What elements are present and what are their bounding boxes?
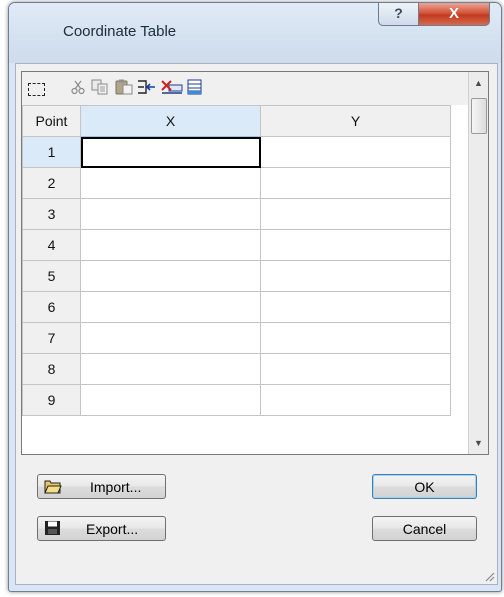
scroll-up-arrow-icon[interactable]: ▲ xyxy=(469,74,488,92)
table-row: 4 xyxy=(22,229,451,261)
y-cell[interactable] xyxy=(260,198,451,230)
x-cell[interactable] xyxy=(80,260,261,292)
table-row: 8 xyxy=(22,353,451,385)
export-button[interactable]: Export... xyxy=(37,516,166,541)
cancel-label: Cancel xyxy=(402,521,447,537)
y-cell[interactable] xyxy=(260,136,451,168)
row-header[interactable]: 4 xyxy=(22,229,81,261)
insert-row-icon[interactable] xyxy=(137,79,157,97)
vertical-scrollbar[interactable]: ▲ ▼ xyxy=(468,72,488,454)
row-header[interactable]: 6 xyxy=(22,291,81,323)
dialog-body: Point X Y 1 2 3 4 5 6 7 8 9 ▲ ▼ Import..… xyxy=(15,63,498,585)
y-cell[interactable] xyxy=(260,167,451,199)
row-header[interactable]: 5 xyxy=(22,260,81,292)
save-disk-icon xyxy=(45,521,60,535)
table-row: 7 xyxy=(22,322,451,354)
paste-icon[interactable] xyxy=(114,79,134,97)
row-header[interactable]: 8 xyxy=(22,353,81,385)
table-row: 9 xyxy=(22,384,451,416)
coordinate-grid-frame: Point X Y 1 2 3 4 5 6 7 8 9 ▲ ▼ xyxy=(21,71,489,455)
import-button[interactable]: Import... xyxy=(37,474,166,499)
x-cell[interactable] xyxy=(80,384,261,416)
x-cell[interactable] xyxy=(80,291,261,323)
x-cell[interactable] xyxy=(80,198,261,230)
column-header-x[interactable]: X xyxy=(80,105,261,137)
x-cell[interactable] xyxy=(80,353,261,385)
open-folder-icon xyxy=(44,480,62,494)
table-row: 6 xyxy=(22,291,451,323)
delete-row-icon[interactable] xyxy=(161,79,183,97)
x-cell[interactable] xyxy=(80,229,261,261)
row-header[interactable]: 3 xyxy=(22,198,81,230)
cut-icon[interactable] xyxy=(68,79,88,97)
x-cell[interactable] xyxy=(80,136,261,168)
y-cell[interactable] xyxy=(260,260,451,292)
ok-button[interactable]: OK xyxy=(372,474,477,499)
export-label: Export... xyxy=(86,521,139,537)
close-button[interactable]: X xyxy=(418,3,490,26)
x-cell[interactable] xyxy=(80,167,261,199)
row-header[interactable]: 2 xyxy=(22,167,81,199)
x-cell[interactable] xyxy=(80,322,261,354)
title-bar[interactable]: Coordinate Table ? X xyxy=(9,3,501,63)
cancel-button[interactable]: Cancel xyxy=(372,516,477,541)
select-all-icon[interactable] xyxy=(28,83,45,96)
help-button[interactable]: ? xyxy=(378,3,419,26)
coordinate-table: Point X Y 1 2 3 4 5 6 7 8 9 xyxy=(22,105,451,416)
copy-icon[interactable] xyxy=(90,79,110,97)
scrollbar-thumb[interactable] xyxy=(471,98,487,134)
coordinate-table-dialog: Coordinate Table ? X Point X Y 1 2 3 4 5… xyxy=(8,2,502,592)
row-header[interactable]: 9 xyxy=(22,384,81,416)
y-cell[interactable] xyxy=(260,384,451,416)
window-title: Coordinate Table xyxy=(63,23,177,40)
y-cell[interactable] xyxy=(260,322,451,354)
table-row: 3 xyxy=(22,198,451,230)
table-row: 5 xyxy=(22,260,451,292)
append-row-icon[interactable] xyxy=(185,79,205,97)
y-cell[interactable] xyxy=(260,353,451,385)
table-row: 2 xyxy=(22,167,451,199)
row-header[interactable]: 7 xyxy=(22,322,81,354)
ok-label: OK xyxy=(414,479,435,495)
column-header-point[interactable]: Point xyxy=(22,105,81,137)
y-cell[interactable] xyxy=(260,291,451,323)
column-header-y[interactable]: Y xyxy=(260,105,451,137)
scroll-down-arrow-icon[interactable]: ▼ xyxy=(469,434,488,452)
import-label: Import... xyxy=(90,479,142,495)
y-cell[interactable] xyxy=(260,229,451,261)
resize-grip-icon[interactable] xyxy=(483,570,495,582)
row-header[interactable]: 1 xyxy=(22,136,81,168)
table-row: 1 xyxy=(22,136,451,168)
grid-toolbar xyxy=(22,72,468,105)
